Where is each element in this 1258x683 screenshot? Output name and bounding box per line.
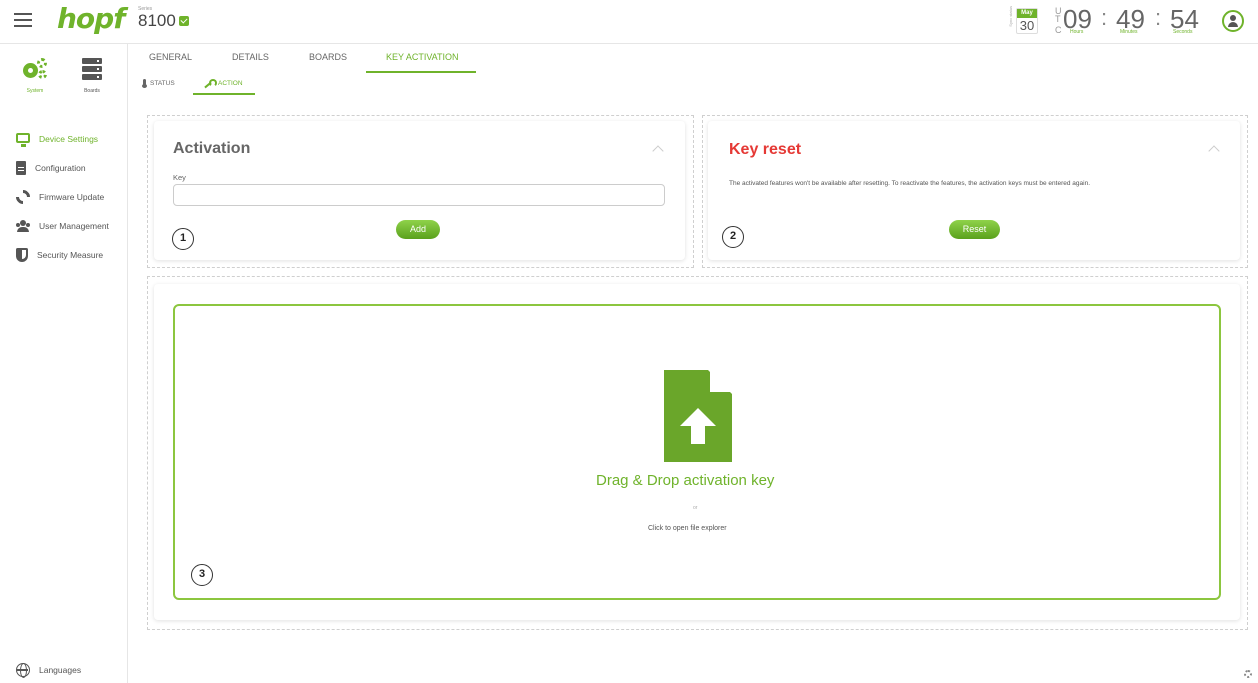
document-icon [16,160,26,175]
sidebar-item-configuration[interactable]: Configuration [0,153,128,182]
languages-label: Languages [39,665,82,675]
top-bar: hopf Series 8100 Sync status May 30 U T … [0,0,1258,44]
hamburger-menu-icon[interactable] [14,13,32,27]
key-label: Key [173,173,186,182]
calendar-date: May 30 [1016,8,1038,34]
server-icon [82,58,102,80]
activation-title: Activation [173,140,251,157]
callout-badge: 2 [722,226,744,248]
reset-button[interactable]: Reset [949,220,1000,239]
sidebar-item-label: Device Settings [39,133,99,144]
seconds-label: Seconds [1173,29,1193,35]
drop-or: or [693,505,698,511]
active-tab-indicator [366,71,476,73]
tab-general[interactable]: GENERAL [149,52,192,62]
thermometer-icon [142,79,147,88]
check-icon [178,15,189,26]
clock-colon: : [1101,5,1108,30]
hopf-logo: hopf [57,2,125,35]
globe-icon [16,663,30,678]
key-reset-card: Key reset The activated features won't b… [708,121,1240,260]
tab-key-activation[interactable]: KEY ACTIVATION [386,52,459,62]
hours-label: Hours [1070,29,1084,35]
activation-card: Activation Key Add 1 [154,121,685,260]
key-reset-description: The activated features won't be availabl… [729,180,1090,187]
tab-boards[interactable]: BOARDS [309,52,347,62]
tz-letter-t: T [1055,14,1061,24]
monitor-icon [16,132,30,147]
settings-gear-icon[interactable] [1244,670,1252,678]
file-upload-icon [664,370,732,462]
clock-colon: : [1155,5,1162,30]
shield-icon [16,247,28,262]
subtab-action-label: ACTION [218,79,243,87]
minutes-label: Minutes [1120,29,1138,35]
activation-key-input[interactable] [173,184,665,206]
sidebar: System Boards Device Settings Configurat… [0,44,128,683]
sidebar-top-boards[interactable]: Boards [67,58,117,94]
sidebar-item-label: User Management [39,220,109,231]
gears-icon [22,58,48,80]
languages-button[interactable]: Languages [16,663,82,678]
users-icon [16,219,30,233]
series-display: Series 8100 [138,6,189,31]
wrench-icon [204,79,217,87]
sidebar-item-device-settings[interactable]: Device Settings [0,124,128,153]
refresh-icon [13,186,33,207]
drop-title: Drag & Drop activation key [596,472,775,489]
callout-badge: 1 [172,228,194,250]
system-label: System [26,88,44,94]
upload-card: Drag & Drop activation key or Click to o… [154,284,1240,620]
date-month: May [1017,9,1037,18]
sync-status-label: Sync status [1008,6,1013,27]
series-value: 8100 [138,11,176,30]
drag-drop-zone[interactable]: Drag & Drop activation key or Click to o… [173,304,1221,600]
subtab-status[interactable]: STATUS [142,79,175,88]
collapse-chevron-icon[interactable] [1208,145,1220,157]
sidebar-item-label: Firmware Update [39,191,105,202]
user-account-icon[interactable] [1222,10,1244,32]
add-button[interactable]: Add [396,220,440,239]
active-subtab-indicator [193,93,255,95]
sidebar-nav: Device Settings Configuration Firmware U… [0,124,128,269]
tab-details[interactable]: DETAILS [232,52,269,62]
click-open-explorer[interactable]: Click to open file explorer [648,525,727,532]
sidebar-item-label: Configuration [35,162,86,173]
sidebar-item-label: Security Measure [37,249,104,260]
sidebar-item-security-measure[interactable]: Security Measure [0,240,128,269]
sidebar-item-firmware-update[interactable]: Firmware Update [0,182,128,211]
callout-badge: 3 [191,564,213,586]
sidebar-top-system[interactable]: System [10,58,60,94]
sidebar-top-switch: System Boards [0,44,128,104]
subtab-status-label: STATUS [150,79,175,87]
sidebar-item-user-management[interactable]: User Management [0,211,128,240]
tz-letter-c: C [1055,25,1062,35]
key-reset-title: Key reset [729,141,802,158]
subtab-action[interactable]: ACTION [204,79,243,87]
date-day: 30 [1019,18,1035,33]
collapse-chevron-icon[interactable] [652,145,664,157]
boards-label: Boards [84,88,100,94]
